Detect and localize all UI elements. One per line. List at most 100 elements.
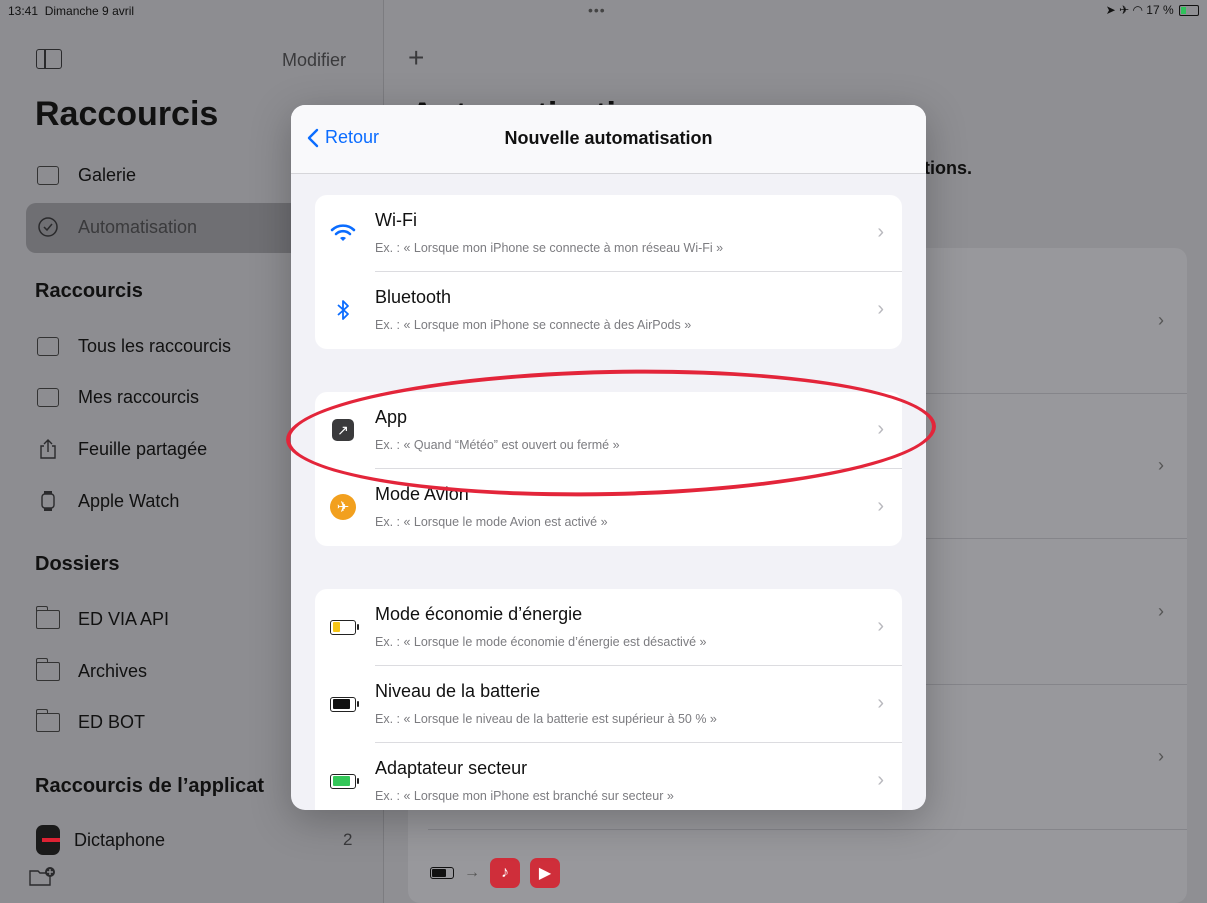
sidebar-item-gallery[interactable]: Galerie: [36, 160, 136, 190]
sidebar-item-all-shortcuts[interactable]: Tous les raccourcis: [36, 331, 231, 361]
folder-label: Archives: [78, 660, 148, 681]
trigger-group: Wi-Fi Ex. : « Lorsque mon iPhone se conn…: [315, 195, 902, 349]
sheet-header: Retour Nouvelle automatisation: [291, 105, 926, 174]
sidebar-item-label: Feuille partagée: [78, 438, 208, 459]
person-stack-icon: [36, 386, 60, 408]
chevron-right-icon[interactable]: ›: [1158, 310, 1164, 331]
sidebar-item-label: Dictaphone: [74, 829, 166, 850]
section-shortcuts: Raccourcis: [35, 280, 143, 302]
chevron-right-icon[interactable]: ›: [1158, 746, 1164, 767]
airplane-icon: ✈: [329, 493, 357, 521]
dictaphone-icon: [36, 825, 60, 855]
count-badge: 2: [343, 830, 353, 849]
trigger-group: Mode économie d’énergie Ex. : « Lorsque …: [315, 589, 902, 810]
chevron-right-icon: ›: [877, 221, 884, 243]
folder-icon: [36, 708, 60, 733]
trigger-title: Adaptateur secteur: [375, 758, 528, 778]
sheet-title: Nouvelle automatisation: [504, 128, 713, 148]
trigger-row-airplane-mode[interactable]: ✈ Mode Avion Ex. : « Lorsque le mode Avi…: [315, 469, 902, 546]
section-folders: Dossiers: [35, 553, 120, 575]
watch-icon: [36, 490, 60, 512]
gallery-icon: [36, 164, 60, 186]
battery-icon: [1179, 5, 1199, 17]
stack-icon: [36, 335, 60, 357]
section-app-shortcuts: Raccourcis de l’applicat: [35, 775, 264, 797]
automation-preview: → ♪ ▶: [430, 858, 560, 888]
trigger-title: Mode Avion: [375, 484, 469, 504]
trigger-example: Ex. : « Lorsque le mode économie d’énerg…: [375, 635, 707, 649]
sidebar-item-automation[interactable]: Automatisation: [36, 212, 197, 242]
trigger-example: Ex. : « Lorsque le niveau de la batterie…: [375, 712, 717, 726]
chevron-right-icon: ›: [877, 769, 884, 791]
trigger-example: Ex. : « Lorsque le mode Avion est activé…: [375, 515, 608, 529]
trigger-row-wifi[interactable]: Wi-Fi Ex. : « Lorsque mon iPhone se conn…: [315, 195, 902, 272]
sidebar-item-label: Apple Watch: [78, 490, 180, 511]
play-icon: ▶: [530, 858, 560, 888]
chevron-right-icon: ›: [877, 692, 884, 714]
trigger-row-bluetooth[interactable]: Bluetooth Ex. : « Lorsque mon iPhone se …: [315, 272, 902, 349]
trigger-row-app[interactable]: ↗ App Ex. : « Quand “Météo” est ouvert o…: [315, 392, 902, 469]
battery-level-icon: [329, 690, 359, 718]
trigger-row-battery-level[interactable]: Niveau de la batterie Ex. : « Lorsque le…: [315, 666, 902, 743]
sidebar-item-apple-watch[interactable]: Apple Watch: [36, 486, 179, 516]
sidebar-item-dictaphone[interactable]: Dictaphone: [36, 825, 165, 855]
trigger-title: Niveau de la batterie: [375, 681, 541, 701]
new-automation-sheet: Retour Nouvelle automatisation Wi-Fi Ex.…: [291, 105, 926, 810]
multitask-dots[interactable]: •••: [588, 2, 606, 18]
chevron-right-icon: ›: [877, 615, 884, 637]
new-folder-icon[interactable]: [28, 866, 56, 893]
trigger-example: Ex. : « Quand “Météo” est ouvert ou ferm…: [375, 438, 620, 452]
airplane-mode-icon: ✈: [1119, 3, 1130, 17]
folder-label: ED BOT: [78, 711, 146, 732]
clock-check-icon: [36, 216, 60, 238]
folder-label: ED VIA API: [78, 608, 170, 629]
status-time: 13:41 Dimanche 9 avril: [8, 4, 135, 18]
status-indicators: ➤ ✈ ◠ 17 %: [1106, 3, 1199, 17]
chevron-right-icon: ›: [877, 495, 884, 517]
add-automation-button[interactable]: +: [408, 42, 424, 74]
trigger-title: Mode économie d’énergie: [375, 604, 583, 624]
trigger-title: Bluetooth: [375, 287, 452, 307]
sidebar-item-label: Automatisation: [78, 216, 198, 237]
wifi-status-icon: ◠: [1132, 3, 1143, 17]
sidebar-item-label: Tous les raccourcis: [78, 335, 232, 356]
folder-item[interactable]: ED BOT: [36, 707, 145, 737]
wifi-icon: [329, 219, 357, 247]
main-subtitle: tions.: [924, 158, 972, 178]
status-bar: 13:41 Dimanche 9 avril ••• ➤ ✈ ◠ 17 %: [0, 0, 1207, 22]
bluetooth-icon: [329, 296, 357, 324]
trigger-row-power-adapter[interactable]: Adaptateur secteur Ex. : « Lorsque mon i…: [315, 743, 902, 810]
sidebar-title: Raccourcis: [35, 95, 219, 133]
app-icon: ↗: [329, 416, 357, 444]
sidebar-item-label: Mes raccourcis: [78, 386, 200, 407]
chevron-right-icon[interactable]: ›: [1158, 455, 1164, 476]
chevron-right-icon: ›: [877, 298, 884, 320]
trigger-row-low-power-mode[interactable]: Mode économie d’énergie Ex. : « Lorsque …: [315, 589, 902, 666]
chevron-right-icon[interactable]: ›: [1158, 601, 1164, 622]
bell-icon: ♪: [490, 858, 520, 888]
divider: [428, 829, 1187, 830]
trigger-example: Ex. : « Lorsque mon iPhone se connecte à…: [375, 241, 724, 255]
edit-button[interactable]: Modifier: [282, 50, 346, 71]
trigger-title: Wi-Fi: [375, 210, 417, 230]
location-icon: ➤: [1105, 3, 1116, 17]
charging-battery-icon: [329, 767, 359, 795]
battery-icon: [430, 867, 454, 879]
sidebar-item-my-shortcuts[interactable]: Mes raccourcis: [36, 382, 199, 412]
folder-icon: [36, 605, 60, 630]
sidebar-toggle-icon[interactable]: [36, 49, 62, 69]
sidebar-item-label: Galerie: [78, 164, 137, 185]
trigger-example: Ex. : « Lorsque mon iPhone est branché s…: [375, 789, 674, 803]
folder-item[interactable]: Archives: [36, 656, 147, 686]
arrow-right-icon: →: [464, 864, 480, 881]
trigger-title: App: [375, 407, 408, 427]
sidebar-item-share-sheet[interactable]: Feuille partagée: [36, 434, 207, 464]
share-icon: [36, 438, 60, 460]
chevron-right-icon: ›: [877, 418, 884, 440]
low-power-battery-icon: [329, 613, 359, 641]
trigger-group: ↗ App Ex. : « Quand “Météo” est ouvert o…: [315, 392, 902, 546]
trigger-example: Ex. : « Lorsque mon iPhone se connecte à…: [375, 318, 692, 332]
folder-item[interactable]: ED VIA API: [36, 604, 169, 634]
battery-percent: 17 %: [1146, 3, 1174, 17]
folder-icon: [36, 657, 60, 682]
